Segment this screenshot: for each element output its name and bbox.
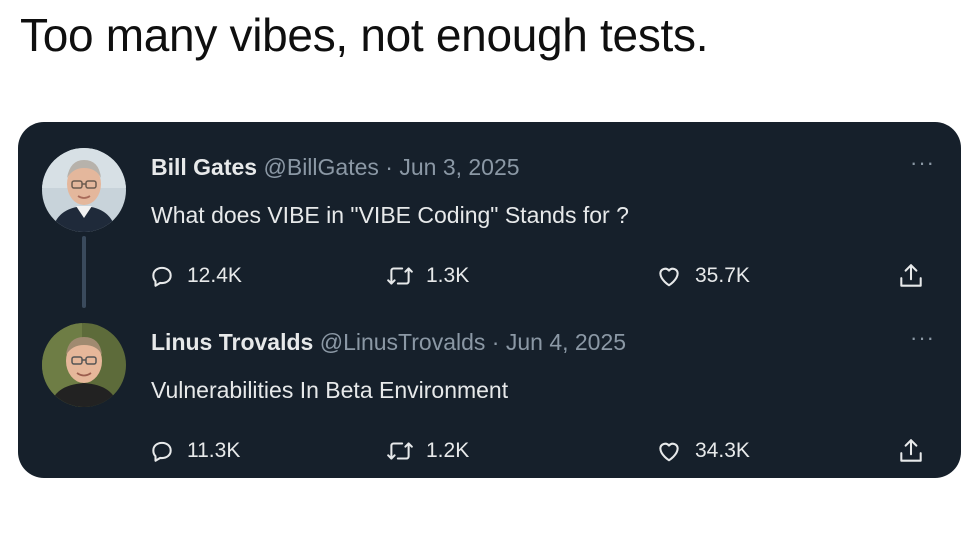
tweet-date[interactable]: Jun 4, 2025 [506, 329, 626, 355]
tweet-actions: 12.4K 1.3K 35.7K [18, 256, 961, 296]
reply-button[interactable]: 11.3K [149, 431, 240, 471]
display-name[interactable]: Linus Trovalds [151, 329, 313, 355]
more-options-icon[interactable]: ··· [910, 150, 935, 176]
retweet-count: 1.3K [426, 264, 470, 287]
retweet-count: 1.2K [426, 439, 470, 462]
retweet-button[interactable]: 1.2K [386, 431, 469, 471]
retweet-icon [387, 442, 413, 460]
retweet-button[interactable]: 1.3K [386, 256, 469, 296]
share-button[interactable] [898, 256, 924, 296]
like-button[interactable]: 35.7K [655, 256, 750, 296]
handle[interactable]: @BillGates [264, 154, 379, 180]
handle[interactable]: @LinusTrovalds [320, 329, 486, 355]
separator-dot: · [385, 154, 393, 180]
heart-icon [659, 442, 679, 462]
tweet-text: What does VIBE in "VIBE Coding" Stands f… [151, 202, 629, 228]
avatar[interactable] [42, 148, 126, 232]
reply-button[interactable]: 12.4K [149, 256, 242, 296]
reply-count: 11.3K [187, 439, 241, 462]
retweet-icon [387, 267, 413, 285]
tweet-header: Bill Gates @BillGates · Jun 3, 2025 [151, 154, 520, 181]
tweet-date[interactable]: Jun 3, 2025 [399, 154, 519, 180]
like-button[interactable]: 34.3K [655, 431, 750, 471]
share-icon [900, 264, 922, 287]
like-count: 34.3K [695, 439, 750, 462]
reply-icon [152, 266, 172, 287]
like-count: 35.7K [695, 264, 750, 287]
tweet-thread-card: Bill Gates @BillGates · Jun 3, 2025 ··· … [18, 122, 961, 478]
share-icon [900, 439, 922, 462]
tweet-text: Vulnerabilities In Beta Environment [151, 377, 509, 403]
reply-count: 12.4K [187, 264, 242, 287]
tweet-header: Linus Trovalds @LinusTrovalds · Jun 4, 2… [151, 329, 626, 356]
meme-caption: Too many vibes, not enough tests. [20, 9, 709, 61]
share-button[interactable] [898, 431, 924, 471]
separator-dot: · [491, 329, 500, 355]
more-options-icon[interactable]: ··· [910, 325, 935, 351]
reply-icon [152, 441, 172, 462]
display-name[interactable]: Bill Gates [151, 154, 257, 180]
tweet-actions: 11.3K 1.2K 34.3K [18, 431, 961, 471]
heart-icon [659, 267, 679, 287]
avatar[interactable] [42, 323, 126, 407]
